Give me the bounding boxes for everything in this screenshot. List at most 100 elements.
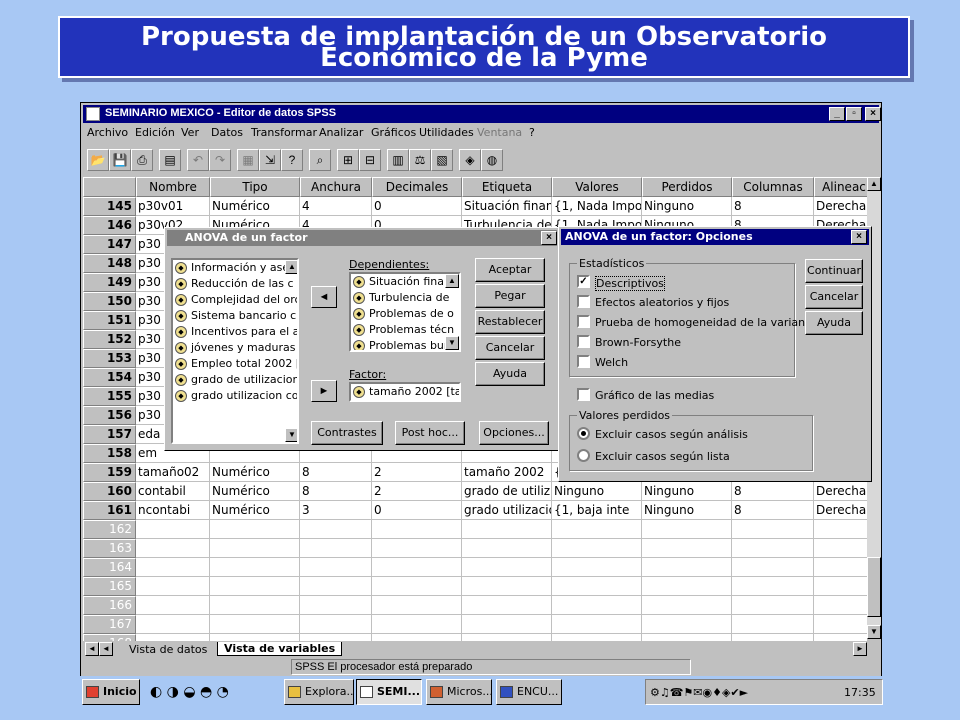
table-cell[interactable] (552, 596, 642, 615)
col-header[interactable]: Perdidos (642, 177, 732, 197)
table-cell[interactable]: p30v01 (136, 197, 210, 216)
table-cell[interactable] (136, 615, 210, 634)
row-number[interactable]: 155 (83, 387, 136, 406)
table-cell[interactable] (210, 615, 300, 634)
table-cell[interactable] (210, 577, 300, 596)
tab-data-view[interactable]: Vista de datos (129, 643, 207, 656)
row-number[interactable]: 145 (83, 197, 136, 216)
table-cell[interactable] (372, 596, 462, 615)
anova-close-button[interactable]: × (541, 231, 557, 245)
dep-scroll-up-icon[interactable]: ▲ (445, 274, 459, 288)
table-cell[interactable] (732, 596, 814, 615)
contrasts-button[interactable]: Contrastes (311, 421, 383, 445)
means-plot-checkbox[interactable] (577, 388, 590, 401)
table-cell[interactable] (210, 520, 300, 539)
table-cell[interactable] (732, 615, 814, 634)
table-cell[interactable] (462, 539, 552, 558)
table-cell[interactable]: Numérico (210, 501, 300, 520)
paste-button[interactable]: Pegar (475, 284, 545, 308)
table-cell[interactable] (814, 596, 867, 615)
table-cell[interactable]: tamaño 2002 (462, 463, 552, 482)
list-scroll-up-icon[interactable]: ▲ (285, 260, 297, 274)
scroll-thumb[interactable] (867, 557, 881, 617)
table-cell[interactable]: 4 (300, 197, 372, 216)
table-cell[interactable]: grado de utiliz (462, 482, 552, 501)
quicklaunch-icons[interactable]: ◐ ◑ ◒ ◓ ◔ (150, 684, 229, 700)
hscroll-right-icon[interactable]: ► (853, 642, 867, 656)
tab-variable-view[interactable]: Vista de variables (217, 642, 343, 656)
table-cell[interactable] (642, 577, 732, 596)
anova-titlebar[interactable]: ANOVA de un factor (167, 230, 557, 246)
table-cell[interactable]: Derecha (814, 501, 867, 520)
checkbox[interactable] (577, 335, 590, 348)
table-cell[interactable]: 8 (300, 463, 372, 482)
table-cell[interactable]: 8 (300, 482, 372, 501)
table-cell[interactable]: Numérico (210, 482, 300, 501)
start-button[interactable]: Inicio (82, 679, 140, 705)
list-item[interactable]: ◆ Incentivos para el a (173, 324, 297, 340)
col-header[interactable]: Decimales (372, 177, 462, 197)
close-button[interactable]: × (865, 107, 881, 121)
table-cell[interactable]: Ninguno (642, 482, 732, 501)
checkbox[interactable]: ✓ (577, 275, 590, 288)
print-icon[interactable]: ⎙ (131, 149, 153, 171)
table-cell[interactable] (814, 577, 867, 596)
table-cell[interactable]: Numérico (210, 463, 300, 482)
row-number[interactable]: 164 (83, 558, 136, 577)
table-cell[interactable] (814, 539, 867, 558)
col-header[interactable]: Etiqueta (462, 177, 552, 197)
row-number[interactable]: 162 (83, 520, 136, 539)
row-number[interactable]: 167 (83, 615, 136, 634)
table-cell[interactable]: 2 (372, 463, 462, 482)
table-cell[interactable] (300, 539, 372, 558)
table-cell[interactable] (462, 558, 552, 577)
menu-analizar[interactable]: Analizar (319, 126, 363, 139)
row-number[interactable]: 150 (83, 292, 136, 311)
table-cell[interactable]: Derecha (814, 482, 867, 501)
row-number[interactable]: 151 (83, 311, 136, 330)
table-cell[interactable] (300, 558, 372, 577)
minimize-button[interactable]: _ (829, 107, 845, 121)
table-cell[interactable]: ncontabi (136, 501, 210, 520)
row-number[interactable]: 166 (83, 596, 136, 615)
table-cell[interactable] (372, 539, 462, 558)
list-item[interactable]: ◆ Empleo total 2002 [ (173, 356, 297, 372)
table-cell[interactable] (136, 596, 210, 615)
row-number[interactable]: 153 (83, 349, 136, 368)
insert-variable-icon[interactable]: ⊟ (359, 149, 381, 171)
table-cell[interactable]: 3 (300, 501, 372, 520)
col-header[interactable]: Alineac (814, 177, 867, 197)
open-icon[interactable]: 📂 (87, 149, 109, 171)
task-word[interactable]: ENCU... (496, 679, 562, 705)
table-cell[interactable]: grado utilizacio (462, 501, 552, 520)
menu-transformar[interactable]: Transformar (251, 126, 317, 139)
table-cell[interactable] (372, 577, 462, 596)
list-item[interactable]: ◆ Información y asesor (173, 260, 297, 276)
table-cell[interactable] (642, 520, 732, 539)
options-cancel-button[interactable]: Cancelar (805, 285, 863, 309)
col-header[interactable]: Nombre (136, 177, 210, 197)
goto-case-icon[interactable]: ⇲ (259, 149, 281, 171)
maximize-button[interactable]: ▫ (846, 107, 862, 121)
scroll-down-icon[interactable]: ▼ (867, 625, 881, 639)
list-item[interactable]: ◆ Problemas buro (351, 338, 459, 350)
table-cell[interactable]: {1, baja inte (552, 501, 642, 520)
table-cell[interactable] (300, 577, 372, 596)
table-cell[interactable] (814, 558, 867, 577)
table-cell[interactable] (552, 520, 642, 539)
list-item[interactable]: ◆ jóvenes y maduras (173, 340, 297, 356)
scroll-up-icon[interactable]: ▲ (867, 177, 881, 191)
exclude-listwise-radio[interactable] (577, 449, 590, 462)
table-cell[interactable] (136, 520, 210, 539)
variables-icon[interactable]: ? (281, 149, 303, 171)
list-item[interactable]: ◆ Situación financ (351, 274, 459, 290)
dialog-recall-icon[interactable]: ▤ (159, 149, 181, 171)
window-titlebar[interactable]: SEMINARIO MEXICO - Editor de datos SPSS … (83, 105, 881, 123)
row-number[interactable]: 147 (83, 235, 136, 254)
col-header[interactable]: Tipo (210, 177, 300, 197)
table-cell[interactable]: 8 (732, 482, 814, 501)
split-file-icon[interactable]: ▥ (387, 149, 409, 171)
menu-archivo[interactable]: Archivo (87, 126, 128, 139)
table-cell[interactable] (462, 520, 552, 539)
reset-button[interactable]: Restablecer (475, 310, 545, 334)
